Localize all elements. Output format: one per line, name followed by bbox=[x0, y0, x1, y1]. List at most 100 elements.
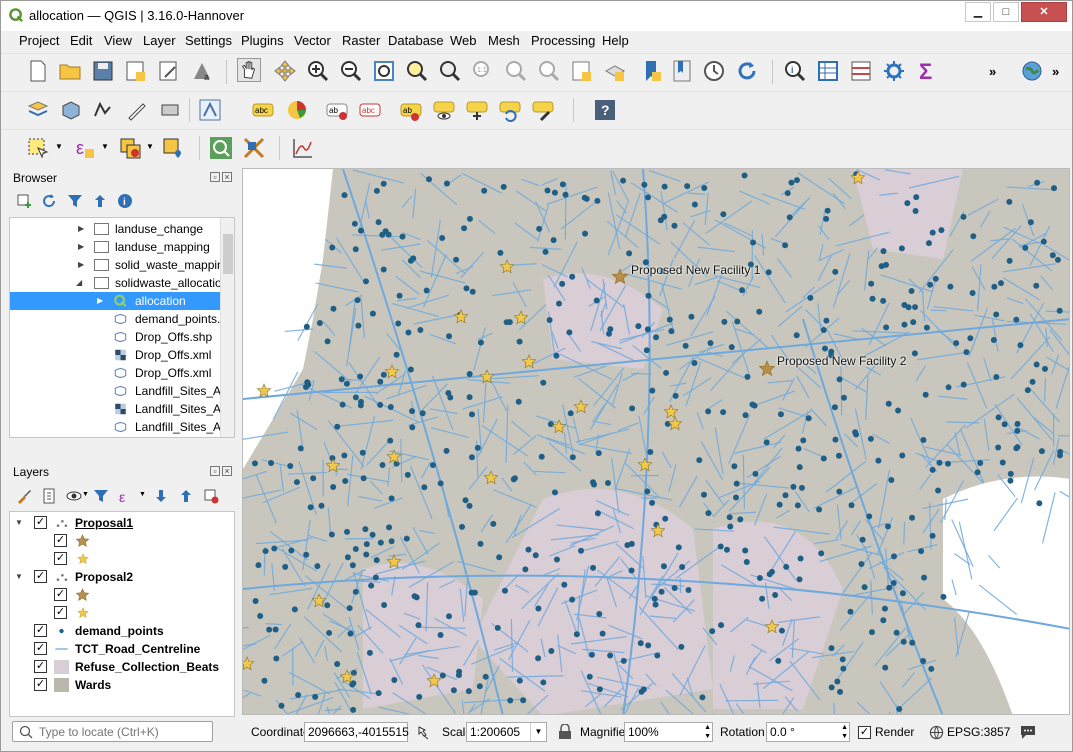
layer-demand-points[interactable]: ✓ demand_points bbox=[10, 622, 234, 640]
browser-item-solid-waste-mapping[interactable]: ▶ solid_waste_mappin bbox=[10, 256, 224, 274]
pin-labels-icon[interactable]: ab bbox=[399, 98, 423, 122]
search-features-icon[interactable] bbox=[209, 136, 233, 160]
browser-item-landfill-sites-1[interactable]: Landfill_Sites_Ar bbox=[10, 382, 225, 400]
open-project-icon[interactable] bbox=[58, 59, 82, 83]
layer-proposal1[interactable]: ▼ ✓ Proposal1 bbox=[10, 514, 234, 532]
rotate-label-icon[interactable] bbox=[498, 98, 522, 122]
menu-mesh[interactable]: Mesh bbox=[488, 33, 520, 48]
proposal1-category-proposed[interactable]: ✓ bbox=[10, 532, 234, 550]
menu-plugins[interactable]: Plugins bbox=[241, 33, 284, 48]
new-scratch-layer-icon[interactable] bbox=[125, 98, 149, 122]
layer-visibility-checkbox[interactable]: ✓ bbox=[34, 516, 47, 529]
collapse-arrow-icon[interactable]: ▼ bbox=[15, 514, 23, 532]
category-visibility-checkbox[interactable]: ✓ bbox=[54, 606, 67, 619]
style-layer-icon[interactable] bbox=[16, 488, 32, 504]
maximize-button[interactable]: □ bbox=[993, 2, 1019, 22]
layer-proposal2[interactable]: ▼ ✓ Proposal2 bbox=[10, 568, 234, 586]
visibility-dropdown-arrow-icon[interactable]: ▼ bbox=[82, 491, 89, 498]
pan-map-icon[interactable] bbox=[237, 58, 261, 82]
menu-database[interactable]: Database bbox=[388, 33, 444, 48]
collapse-all-icon[interactable] bbox=[92, 193, 108, 209]
category-visibility-checkbox[interactable]: ✓ bbox=[54, 534, 67, 547]
layer-visibility-checkbox[interactable]: ✓ bbox=[34, 624, 47, 637]
toolbar-overflow-button[interactable]: » bbox=[989, 64, 996, 79]
select-features-icon[interactable] bbox=[26, 136, 50, 160]
filter-browser-icon[interactable] bbox=[67, 193, 83, 209]
refresh-icon[interactable] bbox=[735, 59, 759, 83]
layout-manager-icon[interactable] bbox=[157, 59, 181, 83]
new-project-icon[interactable] bbox=[26, 59, 50, 83]
new-geopackage-layer-icon[interactable] bbox=[59, 98, 83, 122]
open-attribute-table-icon[interactable] bbox=[816, 59, 840, 83]
minimize-button[interactable]: ▁ bbox=[965, 2, 991, 22]
zoom-in-icon[interactable] bbox=[306, 59, 330, 83]
browser-refresh-icon[interactable] bbox=[41, 193, 57, 209]
show-hide-labels-icon[interactable] bbox=[432, 98, 456, 122]
browser-item-landuse-change[interactable]: ▶ landuse_change bbox=[10, 220, 220, 238]
zoom-to-layer-icon[interactable] bbox=[438, 59, 462, 83]
category-visibility-checkbox[interactable]: ✓ bbox=[54, 588, 67, 601]
filter-by-expression-icon[interactable]: ε bbox=[118, 488, 134, 504]
menu-edit[interactable]: Edit bbox=[70, 33, 92, 48]
expand-arrow-icon[interactable]: ▶ bbox=[97, 292, 103, 310]
filter-legend-icon[interactable] bbox=[93, 488, 109, 504]
manage-visibility-icon[interactable] bbox=[66, 488, 82, 504]
field-calculator-icon[interactable] bbox=[849, 59, 873, 83]
toolbar-overflow-button-2[interactable]: » bbox=[1052, 64, 1059, 79]
new-virtual-layer-icon[interactable] bbox=[158, 98, 182, 122]
highlight-pinned-labels-icon[interactable]: ab bbox=[325, 98, 349, 122]
crs-globe-icon[interactable] bbox=[929, 725, 944, 740]
menu-processing[interactable]: Processing bbox=[531, 33, 595, 48]
metasearch-globe-icon[interactable] bbox=[1020, 59, 1044, 83]
menu-help[interactable]: Help bbox=[602, 33, 629, 48]
new-print-layout-icon[interactable] bbox=[124, 59, 148, 83]
layer-wards[interactable]: ✓ Wards bbox=[10, 676, 234, 694]
help-icon[interactable]: ? bbox=[593, 98, 617, 122]
menu-vector[interactable]: Vector bbox=[294, 33, 331, 48]
menu-view[interactable]: View bbox=[104, 33, 132, 48]
scale-dropdown-arrow-icon[interactable]: ▼ bbox=[530, 723, 546, 741]
zoom-last-icon[interactable] bbox=[504, 59, 528, 83]
new-bookmark-icon[interactable] bbox=[640, 59, 664, 83]
proposal2-category-existing[interactable]: ✓ bbox=[10, 604, 234, 622]
menu-raster[interactable]: Raster bbox=[342, 33, 380, 48]
processing-toolbox-icon[interactable] bbox=[882, 59, 906, 83]
new-shapefile-layer-icon[interactable] bbox=[92, 98, 116, 122]
layer-visibility-checkbox[interactable]: ✓ bbox=[34, 660, 47, 673]
menu-layer[interactable]: Layer bbox=[143, 33, 176, 48]
browser-item-allocation[interactable]: ▶ allocation bbox=[10, 292, 220, 310]
zoom-native-icon[interactable]: 1:1 bbox=[471, 59, 495, 83]
label-tool-icon[interactable]: abc bbox=[251, 98, 275, 122]
toggle-extents-mouse-icon[interactable] bbox=[414, 725, 430, 741]
browser-item-drop-offs-xml-raster[interactable]: Drop_Offs.xml bbox=[10, 346, 220, 364]
proposal2-category-proposed[interactable]: ✓ bbox=[10, 586, 234, 604]
data-source-manager-icon[interactable] bbox=[26, 98, 50, 122]
menu-settings[interactable]: Settings bbox=[185, 33, 232, 48]
collapse-arrow-icon[interactable]: ◢ bbox=[76, 274, 82, 292]
close-panel-icon[interactable]: × bbox=[222, 172, 232, 182]
browser-item-demand-points[interactable]: demand_points. bbox=[10, 310, 220, 328]
profile-tool-icon[interactable] bbox=[291, 136, 315, 160]
browser-item-drop-offs-xml-vector[interactable]: Drop_Offs.xml bbox=[10, 364, 220, 382]
browser-item-drop-offs-shp[interactable]: Drop_Offs.shp bbox=[10, 328, 220, 346]
zoom-full-icon[interactable] bbox=[372, 59, 396, 83]
expand-all-icon[interactable] bbox=[153, 488, 169, 504]
zoom-next-icon[interactable] bbox=[537, 59, 561, 83]
render-checkbox[interactable]: ✓ bbox=[858, 726, 871, 739]
toggle-label-display-icon[interactable]: abc bbox=[358, 98, 382, 122]
remove-layer-icon[interactable] bbox=[203, 488, 219, 504]
digitize-icon[interactable] bbox=[198, 98, 222, 122]
deselect-dropdown-arrow-icon[interactable]: ▼ bbox=[146, 142, 154, 151]
browser-item-solidwaste-allocation[interactable]: ◢ solidwaste_allocatio bbox=[10, 274, 222, 292]
scale-combobox[interactable]: 1:200605 ▼ bbox=[466, 722, 547, 742]
select-by-location-icon[interactable] bbox=[161, 136, 185, 160]
close-panel-icon[interactable]: × bbox=[222, 466, 232, 476]
pan-to-selection-icon[interactable] bbox=[273, 59, 297, 83]
select-by-expression-icon[interactable]: ε bbox=[73, 136, 97, 160]
diagram-tool-icon[interactable] bbox=[285, 98, 309, 122]
locator-search-box[interactable] bbox=[12, 721, 213, 742]
zoom-to-selection-icon[interactable] bbox=[405, 59, 429, 83]
menu-project[interactable]: Project bbox=[19, 33, 59, 48]
browser-vertical-scrollbar[interactable] bbox=[220, 218, 234, 437]
locator-search-input[interactable] bbox=[37, 723, 209, 740]
